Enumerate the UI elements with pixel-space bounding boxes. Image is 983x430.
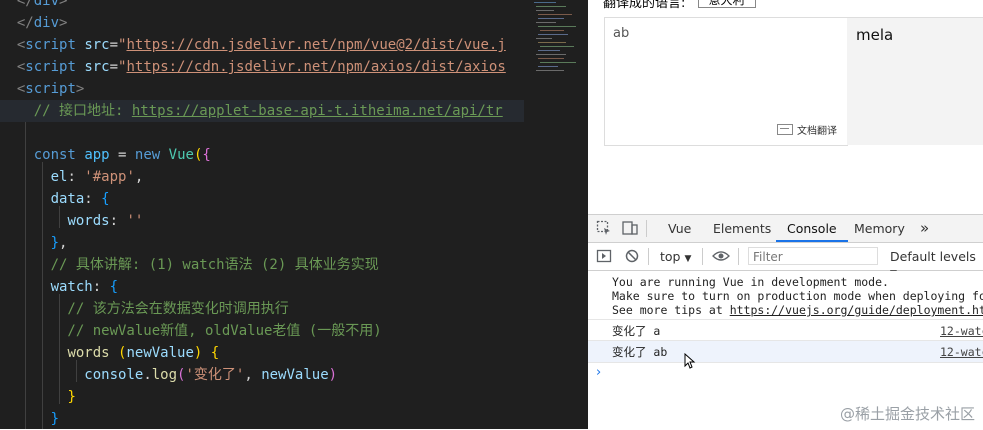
console-message: You are running Vue in development mode. [612,275,889,289]
console-source-link[interactable]: 12-watc [940,324,983,338]
console-message: See more tips at https://vuejs.org/guide… [612,303,983,317]
toolbar-divider [648,248,649,265]
tab-console[interactable]: Console [776,215,848,242]
tab-divider [646,220,647,237]
tab-elements[interactable]: Elements [713,215,771,242]
browser-pane: 翻译成的语言: 意大利 ab 文档翻译 mela Vue Elements Co… [588,0,983,430]
row-divider [588,319,983,320]
code-line-8: const app = new Vue({ [33,147,211,163]
console-prompt[interactable]: › [596,365,601,380]
document-translate-button[interactable]: 文档翻译 [777,122,837,137]
editor-minimap[interactable] [524,0,588,429]
code-line-10: data: { [50,191,110,207]
eye-icon[interactable] [712,248,730,268]
levels-label: Default levels [890,249,976,264]
chevron-down-icon: ▼ [684,254,692,264]
console-log-row: 变化了 ab [612,345,668,359]
console-source-link[interactable]: 12-watc [940,345,983,359]
more-tabs-button[interactable]: » [920,215,929,242]
clear-console-icon[interactable] [624,248,640,268]
code-line-19: } [67,389,76,405]
code-line-17: words (newValue) { [67,345,220,361]
code-line-1: </div> [0,0,68,9]
watermark: @稀土掘金技术社区 [839,405,975,423]
tab-vue[interactable]: Vue [668,215,691,242]
document-translate-label: 文档翻译 [797,126,837,137]
code-line-15: // 该方法会在数据变化时调用执行 [0,301,289,317]
context-label: top [660,249,681,264]
console-message: Make sure to turn on production mode whe… [612,289,983,303]
language-row: 翻译成的语言: 意大利 [603,0,756,11]
console-log-row: 变化了 a [612,324,661,338]
translation-text: mela [856,26,894,44]
code-line-6: // 接口地址: https://applet-base-api-t.ithei… [0,100,524,122]
language-label: 翻译成的语言: [603,0,686,11]
row-divider [588,362,983,363]
code-line-2: </div> [0,15,68,31]
source-textarea[interactable]: ab 文档翻译 [604,17,848,146]
code-line-12: }, [50,235,68,251]
code-line-3: <script src="https://cdn.jsdelivr.net/np… [0,37,506,53]
tips-link[interactable]: https://vuejs.org/guide/deployment.htm [730,303,983,317]
code-line-16: // newValue新值, oldValue老值 (一般不用) [0,323,382,339]
toolbar-divider [702,248,703,265]
code-line-11: words: '' [67,213,144,229]
console-message-text: See more tips at [612,303,730,317]
context-select[interactable]: top ▼ [660,249,691,264]
inspect-element-icon[interactable] [596,220,612,240]
code-line-13: // 具体讲解: (1) watch语法 (2) 具体业务实现 [0,257,379,273]
filter-input[interactable]: Filter [748,247,878,265]
tab-memory[interactable]: Memory [854,215,905,242]
translation-output: mela [847,17,983,145]
console-output[interactable]: You are running Vue in development mode.… [588,271,983,430]
code-line-20: } [50,411,60,427]
sidebar-toggle-icon[interactable] [596,248,612,268]
toolbar-divider [738,248,739,265]
devtools-tabbar: Vue Elements Console Memory » [588,215,983,243]
language-select[interactable]: 意大利 [697,0,756,8]
translator-app: 翻译成的语言: 意大利 ab 文档翻译 mela [588,0,983,214]
code-line-5: <script> [0,81,85,97]
device-toolbar-icon[interactable] [622,220,638,240]
code-editor[interactable]: </div> </div> <script src="https://cdn.j… [0,0,524,429]
code-line-9: el: '#app', [50,169,144,185]
document-icon [777,124,793,135]
code-line-4: <script src="https://cdn.jsdelivr.net/np… [0,59,506,75]
devtools-panel: Vue Elements Console Memory » top ▼ Filt… [588,214,983,430]
mouse-cursor-icon [684,353,696,369]
source-text: ab [613,26,630,41]
console-toolbar: top ▼ Filter Default levels ▼ [588,243,983,279]
code-line-18: console.log('变化了', newValue) [84,367,338,383]
code-line-14: watch: { [50,279,119,295]
